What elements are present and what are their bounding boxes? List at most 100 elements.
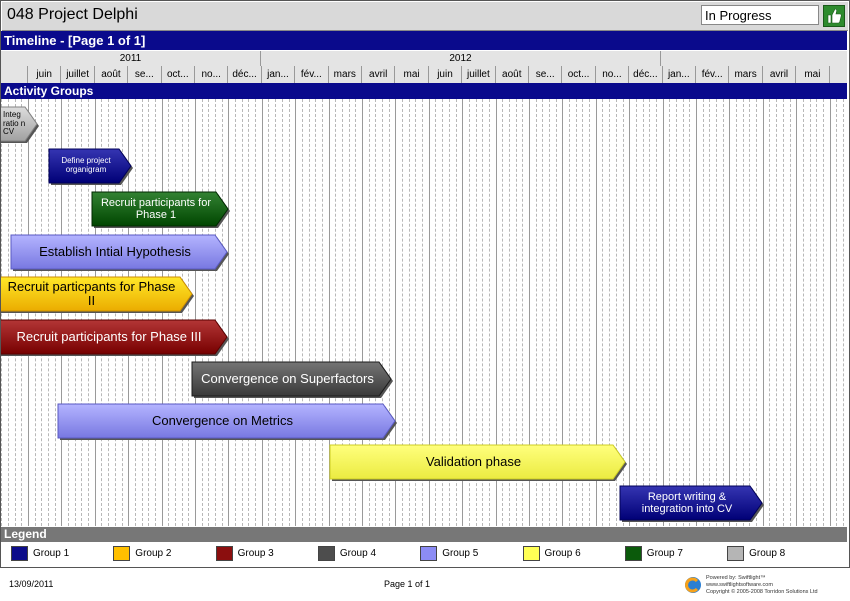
grid-line-week — [321, 99, 323, 526]
month-label: oct... — [562, 66, 596, 83]
status-field[interactable]: In Progress — [701, 5, 819, 25]
activity-groups-header: Activity Groups — [1, 83, 847, 99]
legend-swatch — [420, 546, 438, 561]
task-bar[interactable]: Recruit participants for Phase III — [1, 319, 229, 356]
powered-line: Powered by: Swiftlight™ — [706, 575, 766, 581]
grid-line-week — [702, 99, 704, 526]
task-bar[interactable]: Establish Intial Hypothesis — [10, 234, 229, 271]
task-bar[interactable]: Recruit particpants for Phase II — [1, 276, 194, 313]
grid-line-month — [261, 99, 263, 526]
grid-line-month — [729, 99, 731, 526]
grid-line-month — [228, 99, 230, 526]
swiftlight-logo-icon — [684, 576, 702, 594]
task-label: Recruit particpants for Phase II — [7, 278, 176, 308]
grid-line-week — [248, 99, 250, 526]
grid-line-week — [315, 99, 317, 526]
grid-line-month — [829, 99, 831, 526]
grid-line-week — [201, 99, 203, 526]
month-label: jan... — [262, 66, 296, 83]
grid-line-week — [288, 99, 290, 526]
task-bar[interactable]: Convergence on Superfactors — [191, 361, 393, 398]
grid-line-week — [301, 99, 303, 526]
month-label: mars — [729, 66, 763, 83]
legend-swatch — [522, 546, 540, 561]
grid-line-week — [682, 99, 684, 526]
month-label: juillet — [462, 66, 496, 83]
legend-label: Group 2 — [135, 548, 172, 560]
timeline-header: Timeline - [Page 1 of 1] — [1, 31, 847, 50]
grid-line-month — [295, 99, 297, 526]
month-label: mai — [796, 66, 830, 83]
month-label: août — [496, 66, 529, 83]
year-label-blank — [661, 51, 847, 66]
grid-line-week — [709, 99, 711, 526]
grid-line-month — [696, 99, 697, 526]
legend-swatch — [624, 546, 642, 561]
legend-item: Group 3 — [215, 546, 274, 562]
legend-swatch — [11, 546, 28, 561]
month-label: déc... — [629, 66, 663, 83]
grid-line-week — [722, 99, 724, 526]
month-label: mars — [329, 66, 362, 83]
grid-line-week — [716, 99, 718, 526]
legend: Group 1 Group 2 Group 3 Group 4 Group 5 Group… — [1, 542, 847, 566]
grid-line-month — [662, 99, 664, 526]
grid-line-week — [816, 99, 818, 526]
month-label: juillet — [61, 66, 95, 83]
gantt-chart: Integ ratio n CV Define project organigra… — [1, 99, 847, 526]
legend-item: Group 2 — [113, 546, 171, 562]
powered-line: Copyright © 2005-2008 Torridon Solutions… — [706, 589, 818, 595]
grid-line-week — [655, 99, 657, 526]
grid-line-week — [208, 99, 210, 526]
task-label: Integ ratio n CV — [3, 109, 26, 137]
month-label: oct... — [162, 66, 195, 83]
grid-line-week — [675, 99, 677, 526]
grid-line-month — [796, 99, 798, 526]
legend-swatch — [317, 546, 335, 561]
thumbs-up-icon[interactable] — [823, 5, 845, 27]
grid-line-week — [802, 99, 804, 526]
grid-line-week — [275, 99, 277, 526]
month-label: se... — [529, 66, 563, 83]
task-bar[interactable]: Recruit participants for Phase 1 — [91, 191, 230, 228]
legend-label: Group 6 — [544, 548, 581, 560]
legend-swatch — [727, 546, 745, 561]
month-label: août — [95, 66, 129, 83]
month-label: juin — [28, 66, 62, 83]
task-bar[interactable]: Validation phase — [329, 444, 627, 481]
grid-line-week — [736, 99, 738, 526]
footer-page: Page 1 of 1 — [384, 579, 431, 589]
legend-label: Group 1 — [33, 548, 70, 560]
grid-line-week — [769, 99, 771, 526]
legend-label: Group 5 — [442, 548, 479, 560]
grid-line-week — [782, 99, 784, 526]
task-bar[interactable]: Integ ratio n CV — [1, 106, 39, 143]
task-bar[interactable]: Convergence on Metrics — [57, 403, 397, 440]
task-label: Convergence on Metrics — [152, 412, 293, 428]
powered-line: www.swiftlightsoftware.com — [706, 582, 773, 588]
powered-by: Powered by: Swiftlight™ www.swiftlightso… — [706, 575, 818, 596]
month-label: se... — [128, 66, 162, 83]
legend-label: Group 7 — [646, 548, 683, 560]
grid-line-week — [642, 99, 644, 526]
month-label: no... — [195, 66, 229, 83]
grid-line-week — [749, 99, 751, 526]
grid-line-week — [268, 99, 270, 526]
task-bar[interactable]: Define project organigram — [48, 148, 133, 185]
grid-line-week — [281, 99, 283, 526]
task-bar[interactable]: Report writing & integration into CV — [619, 485, 764, 522]
grid-line-month — [762, 99, 764, 526]
task-label: Convergence on Superfactors — [201, 370, 374, 386]
grid-line-month — [195, 99, 196, 526]
legend-item: Group 7 — [624, 546, 683, 562]
legend-swatch — [113, 546, 131, 561]
legend-item: Group 6 — [522, 546, 581, 562]
grid-line-week — [742, 99, 744, 526]
task-label: Establish Intial Hypothesis — [39, 243, 191, 259]
grid-line-week — [669, 99, 671, 526]
task-label: Recruit participants for Phase III — [16, 328, 202, 344]
legend-item: Group 5 — [420, 546, 478, 562]
month-label: no... — [596, 66, 630, 83]
grid-line-week — [235, 99, 237, 526]
task-label: Report writing & integration into CV — [641, 490, 733, 515]
